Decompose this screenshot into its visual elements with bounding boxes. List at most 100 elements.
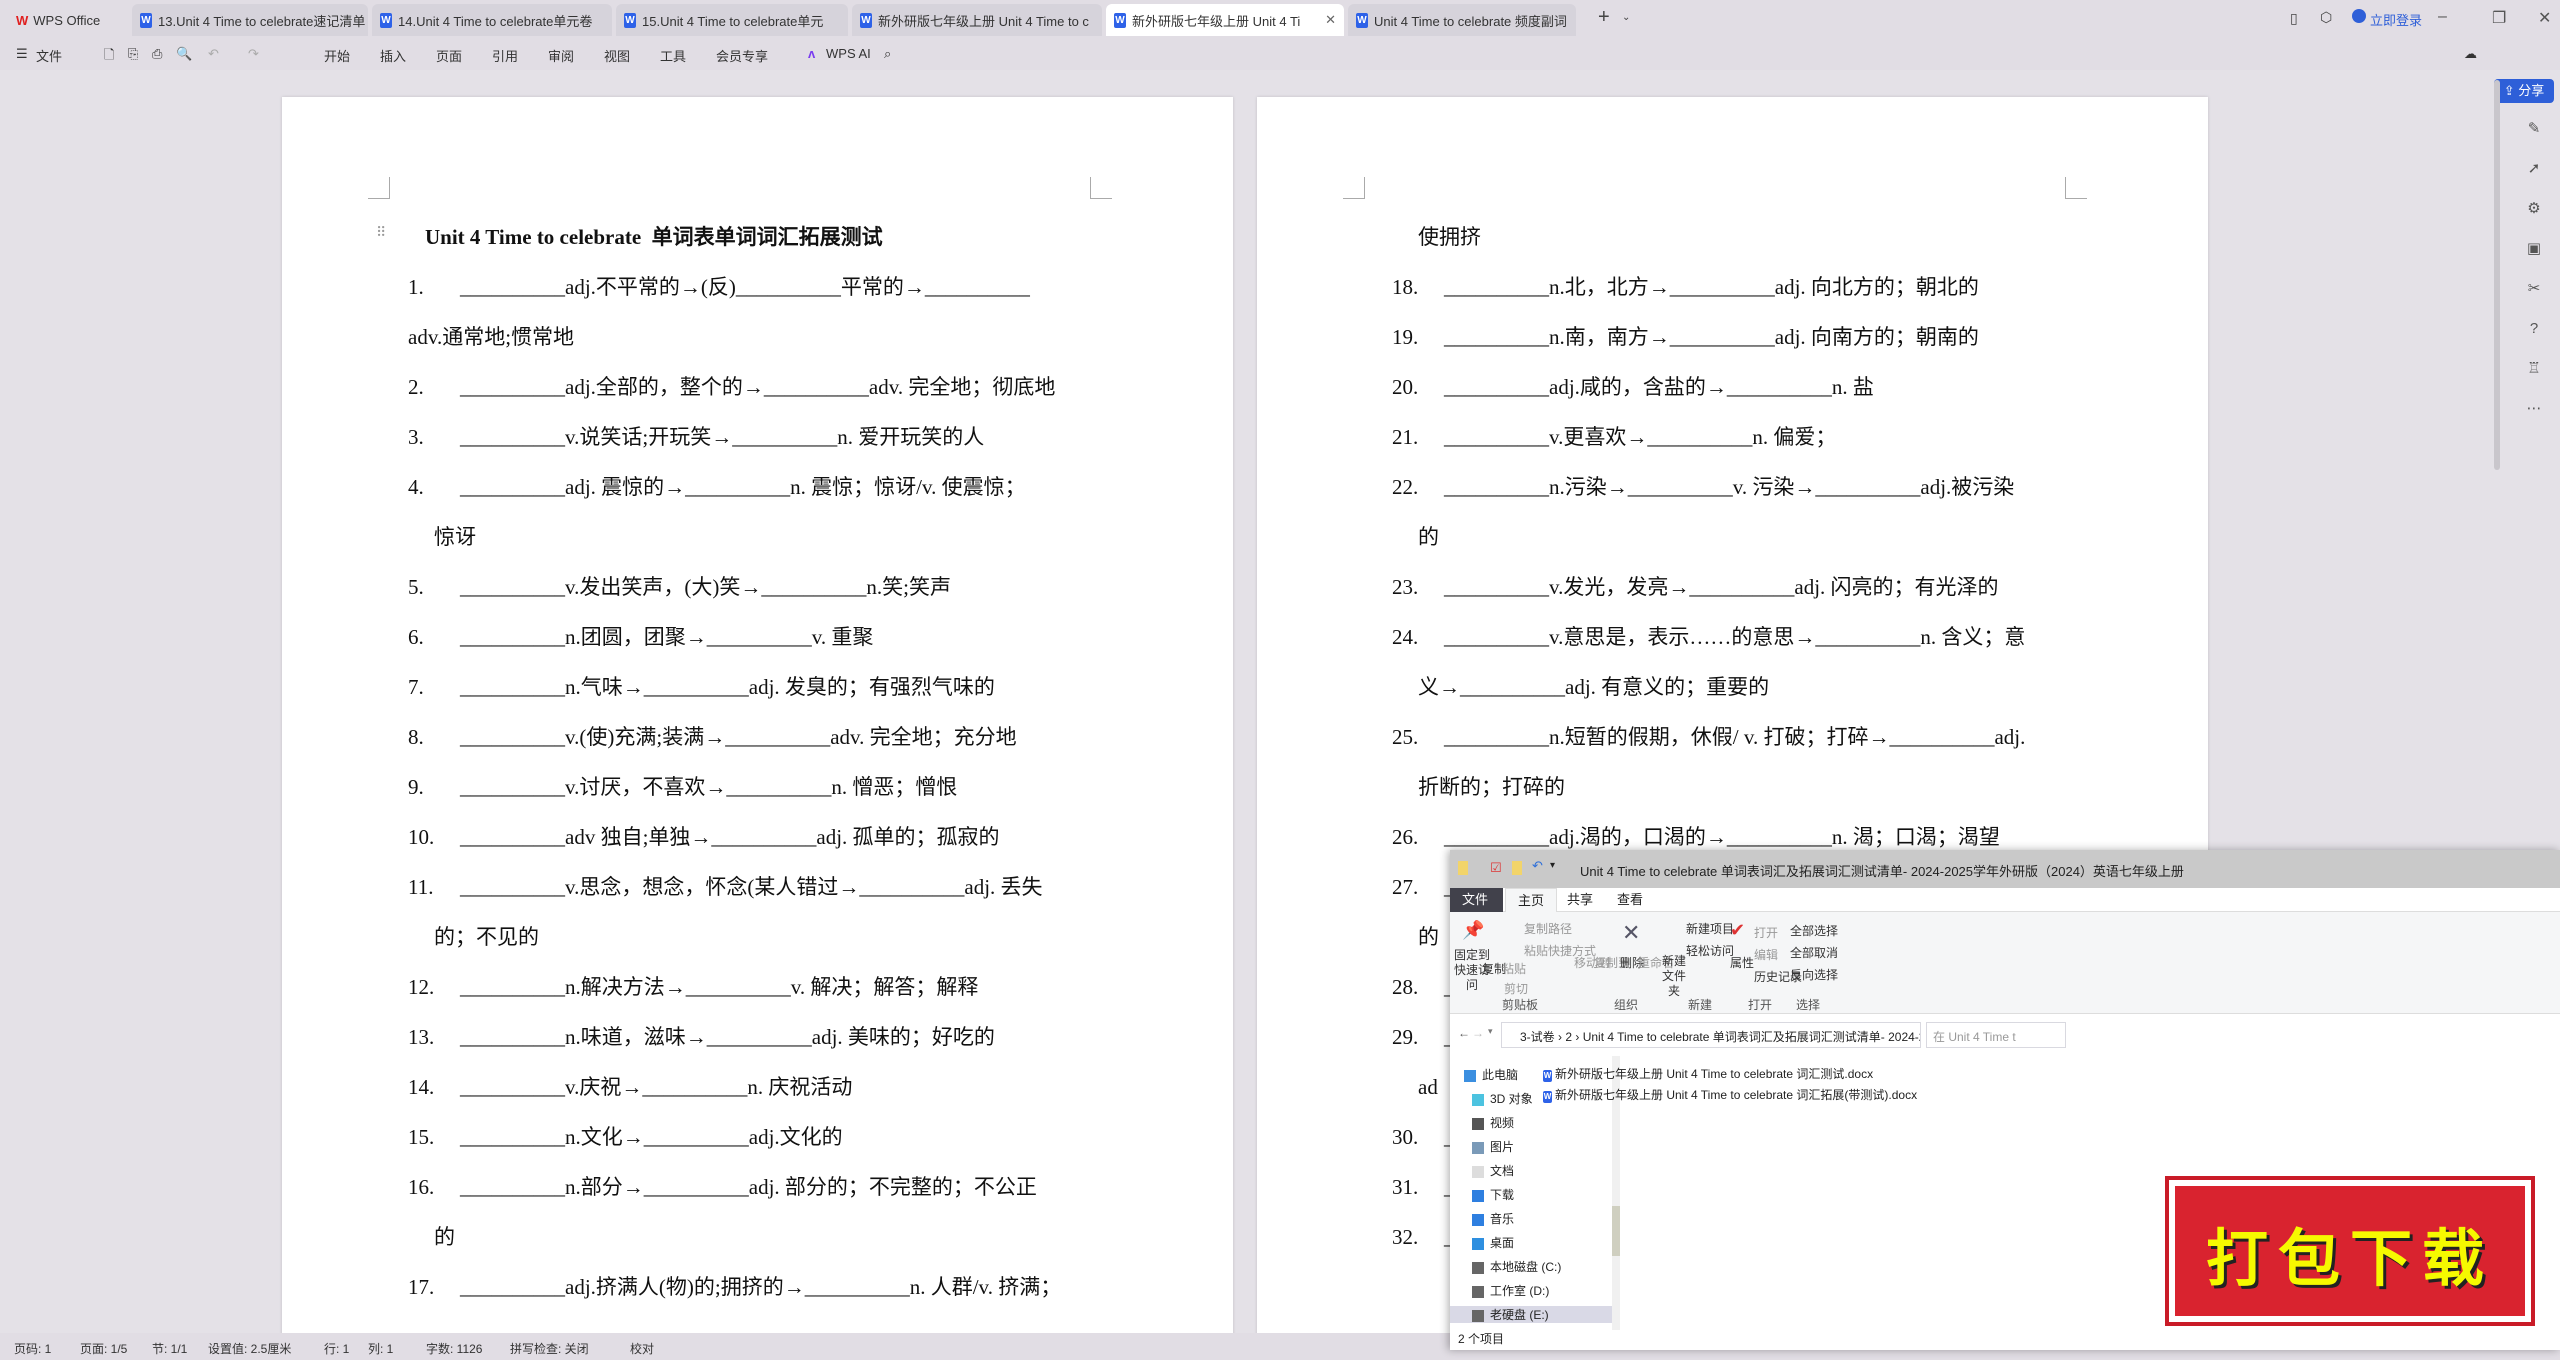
cloud-upload-icon[interactable]: ☁: [2464, 46, 2477, 62]
invert-selection-button[interactable]: 反向选择: [1790, 966, 1838, 983]
breadcrumb-2[interactable]: 2: [1565, 1030, 1572, 1044]
image-icon[interactable]: ▣: [2525, 240, 2543, 258]
easy-access-button[interactable]: 轻松访问: [1686, 942, 1734, 959]
open-button[interactable]: 打开: [1754, 924, 1778, 941]
new-item-button[interactable]: 新建项目: [1686, 920, 1734, 937]
select-none-button[interactable]: 全部取消: [1790, 944, 1838, 961]
explorer-tab-home[interactable]: 主页: [1505, 888, 1558, 912]
tab-review[interactable]: 审阅: [548, 46, 574, 65]
spell-check-toggle[interactable]: 拼写检查: 关闭: [510, 1340, 589, 1357]
tab-doc-13[interactable]: W 13.Unit 4 Time to celebrate速记清单: [132, 4, 368, 36]
nav-item[interactable]: 此电脑: [1464, 1066, 1518, 1083]
search-icon[interactable]: ⌕: [884, 46, 891, 62]
cube-icon[interactable]: ⬡: [2320, 9, 2332, 26]
select-all-button[interactable]: 全部选择: [1790, 922, 1838, 939]
minimize-button[interactable]: –: [2438, 8, 2447, 26]
drag-handle-icon[interactable]: ⠿: [376, 225, 386, 242]
col-indicator[interactable]: 列: 1: [368, 1340, 393, 1357]
tab-insert[interactable]: 插入: [380, 46, 406, 65]
tab-references[interactable]: 引用: [492, 46, 518, 65]
back-icon[interactable]: ←: [1458, 1026, 1470, 1040]
save-icon[interactable]: 🗋: [104, 46, 114, 68]
nav-item[interactable]: 老硬盘 (E:): [1450, 1306, 1612, 1323]
new-tab-button[interactable]: +: [1598, 6, 1610, 29]
word-count[interactable]: 字数: 1126: [426, 1340, 482, 1357]
nav-item[interactable]: 本地磁盘 (C:): [1472, 1258, 1561, 1275]
file-menu[interactable]: 文件: [36, 46, 62, 65]
tab-doc-14[interactable]: W 14.Unit 4 Time to celebrate单元卷: [372, 4, 612, 36]
tab-doc-active[interactable]: W 新外研版七年级上册 Unit 4 Ti ✕: [1106, 4, 1344, 36]
breadcrumb-3-exams[interactable]: 3-试卷: [1520, 1030, 1555, 1044]
properties-button[interactable]: 属性: [1730, 954, 1754, 971]
tab-doc-15[interactable]: W 15.Unit 4 Time to celebrate单元: [616, 4, 848, 36]
page-code[interactable]: 页码: 1: [14, 1340, 51, 1357]
new-folder-button[interactable]: 新建文件夹: [1662, 954, 1686, 999]
vertical-scrollbar[interactable]: [2494, 80, 2500, 470]
nav-item[interactable]: 文档: [1472, 1162, 1514, 1179]
row-indicator[interactable]: 行: 1: [324, 1340, 349, 1357]
document-page-1[interactable]: ⠿ Unit 4 Time to celebrate 单词表单词词汇拓展测试 1…: [282, 97, 1233, 1337]
nav-item[interactable]: 音乐: [1472, 1210, 1514, 1227]
export-icon[interactable]: ⎘: [128, 46, 138, 62]
tablet-mode-icon[interactable]: ▯: [2290, 10, 2298, 27]
tab-view[interactable]: 视图: [604, 46, 630, 65]
breadcrumb-current[interactable]: Unit 4 Time to celebrate 单词表词汇及拓展词汇测试清单-…: [1583, 1030, 1920, 1044]
download-package-stamp[interactable]: 打包下载: [2165, 1176, 2535, 1326]
nav-item[interactable]: 工作室 (D:): [1472, 1282, 1549, 1299]
forward-icon[interactable]: →: [1472, 1026, 1484, 1040]
nav-item[interactable]: 3D 对象: [1472, 1090, 1533, 1107]
print-preview-icon[interactable]: 🔍: [176, 46, 192, 62]
tab-page[interactable]: 页面: [436, 46, 462, 65]
setting-value[interactable]: 设置值: 2.5厘米: [208, 1340, 291, 1357]
paste-button[interactable]: 粘贴: [1502, 960, 1526, 977]
recent-dropdown-icon[interactable]: ▾: [1488, 1026, 1493, 1037]
login-link[interactable]: 立即登录: [2370, 10, 2422, 29]
properties-check-icon[interactable]: ☑: [1490, 860, 1502, 876]
user-avatar-icon[interactable]: [2352, 9, 2366, 23]
pen-icon[interactable]: ✎: [2525, 120, 2543, 138]
nav-item[interactable]: 下载: [1472, 1186, 1514, 1203]
restore-button[interactable]: ❐: [2492, 8, 2506, 28]
search-input[interactable]: 在 Unit 4 Time t: [1926, 1022, 2066, 1048]
cut-button[interactable]: 剪切: [1504, 980, 1528, 997]
undo-icon[interactable]: ↶: [208, 46, 219, 62]
quick-access-dropdown-icon[interactable]: ▾: [1550, 860, 1555, 871]
tab-doc-adverbs[interactable]: W Unit 4 Time to celebrate 频度副词: [1348, 4, 1576, 36]
nav-item-label: 老硬盘 (E:): [1490, 1308, 1549, 1322]
wps-ai-button[interactable]: WPS AI: [826, 46, 871, 61]
close-tab-icon[interactable]: ✕: [1319, 12, 1336, 28]
close-window-button[interactable]: ✕: [2538, 8, 2551, 28]
redo-icon[interactable]: ↷: [248, 46, 259, 62]
continuation-line: 的: [1418, 512, 1439, 562]
nav-item[interactable]: 桌面: [1472, 1234, 1514, 1251]
settings-sliders-icon[interactable]: ⚙: [2525, 200, 2543, 218]
explorer-tab-view[interactable]: 查看: [1605, 888, 1655, 912]
nav-item[interactable]: 图片: [1472, 1138, 1514, 1155]
explorer-tab-file[interactable]: 文件: [1450, 888, 1503, 912]
file-item[interactable]: W 新外研版七年级上册 Unit 4 Time to celebrate 词汇拓展…: [1543, 1086, 1917, 1103]
more-icon[interactable]: ⋯: [2525, 400, 2543, 418]
tab-start[interactable]: 开始: [324, 46, 350, 65]
new-folder-icon[interactable]: [1512, 861, 1522, 875]
cursor-icon[interactable]: ➚: [2525, 160, 2543, 178]
copy-path-button[interactable]: 复制路径: [1524, 920, 1572, 937]
tools-icon[interactable]: ✂: [2525, 280, 2543, 298]
address-bar[interactable]: 3-试卷 › 2 › Unit 4 Time to celebrate 单词表词…: [1501, 1022, 1921, 1048]
explorer-tab-share[interactable]: 共享: [1555, 888, 1605, 912]
edit-button[interactable]: 编辑: [1754, 946, 1778, 963]
tab-wps-home[interactable]: W WPS Office: [8, 4, 128, 36]
tab-tools[interactable]: 工具: [660, 46, 686, 65]
page-count[interactable]: 页面: 1/5: [80, 1340, 127, 1357]
print-icon[interactable]: ⎙: [152, 46, 162, 62]
section[interactable]: 节: 1/1: [152, 1340, 187, 1357]
shirt-icon[interactable]: ♖: [2525, 360, 2543, 378]
nav-item[interactable]: 视频: [1472, 1114, 1514, 1131]
help-icon[interactable]: ?: [2525, 320, 2543, 338]
file-item[interactable]: W 新外研版七年级上册 Unit 4 Time to celebrate 词汇测试…: [1543, 1065, 1873, 1082]
tab-doc-new-1[interactable]: W 新外研版七年级上册 Unit 4 Time to c: [852, 4, 1102, 36]
tab-member[interactable]: 会员专享: [716, 46, 768, 65]
undo-icon[interactable]: ↶: [1532, 858, 1543, 874]
chevron-down-icon[interactable]: ⌄: [1622, 12, 1630, 23]
menu-icon[interactable]: ☰: [16, 46, 28, 62]
proofread-button[interactable]: 校对: [630, 1340, 654, 1357]
